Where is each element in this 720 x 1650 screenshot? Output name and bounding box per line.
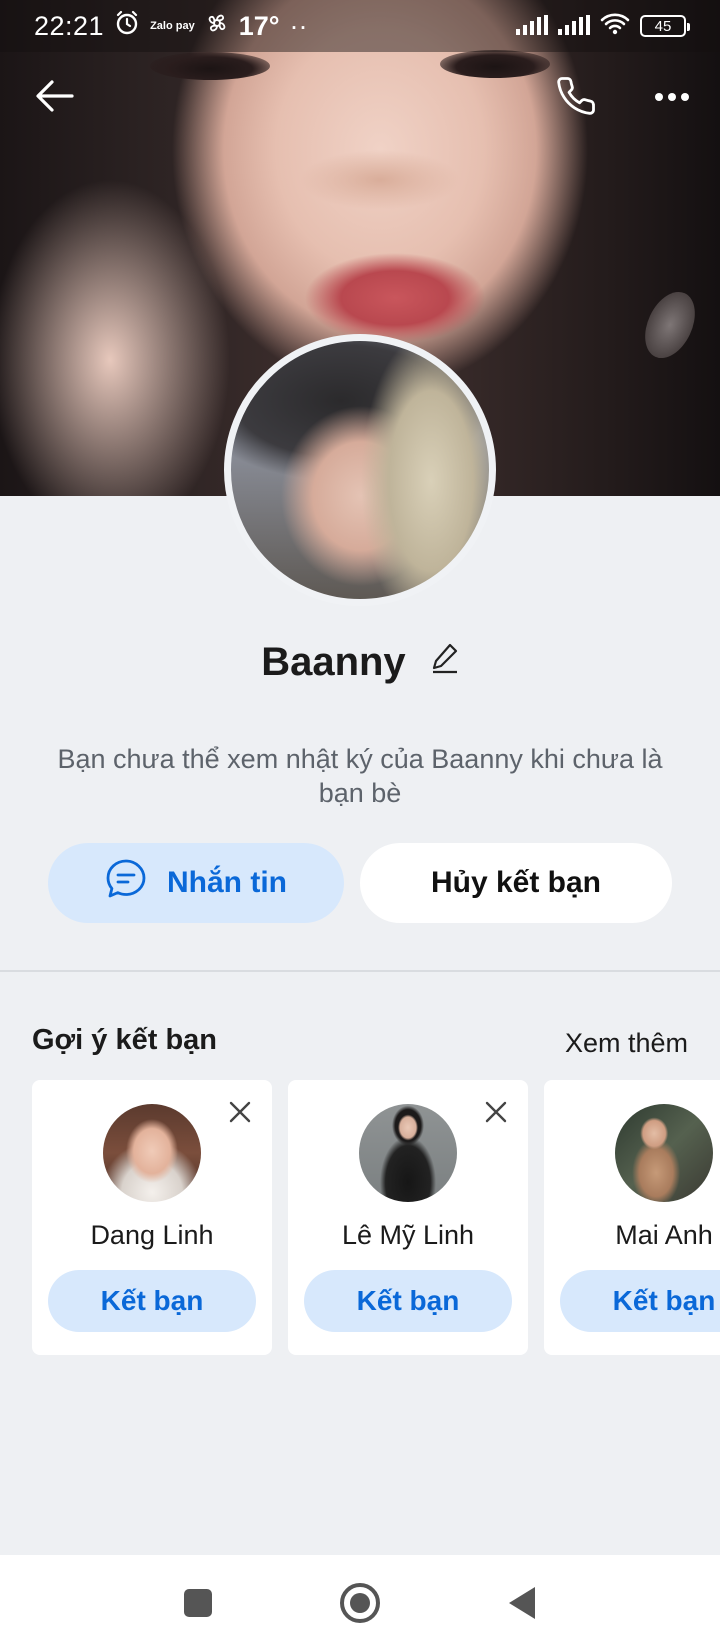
see-more-link[interactable]: Xem thêm [565, 1028, 688, 1059]
phone-icon [555, 75, 597, 122]
home-button[interactable] [338, 1581, 382, 1625]
avatar[interactable] [103, 1104, 201, 1202]
back-button[interactable] [27, 70, 83, 126]
suggestion-name: Dang Linh [90, 1220, 214, 1250]
dismiss-suggestion-button[interactable] [226, 1098, 254, 1126]
unfriend-button[interactable]: Hủy kết bạn [360, 843, 672, 923]
close-icon [229, 1101, 251, 1123]
profile-name-row: Baanny [0, 640, 720, 685]
more-button[interactable] [644, 70, 700, 126]
recent-apps-button[interactable] [176, 1581, 220, 1625]
unfriend-button-label: Hủy kết bạn [430, 866, 602, 899]
alarm-icon [114, 10, 140, 43]
suggestion-card: Dang Linh Kết bạn [32, 1080, 272, 1355]
avatar[interactable] [359, 1104, 457, 1202]
pencil-icon [432, 643, 457, 674]
home-circle-icon [340, 1582, 380, 1623]
signal-icon [516, 11, 548, 42]
wifi-icon [600, 11, 630, 42]
chat-bubble-icon [105, 858, 147, 908]
add-friend-button[interactable]: Kết bạn [304, 1270, 512, 1332]
dismiss-suggestion-button[interactable] [482, 1098, 510, 1126]
add-friend-button[interactable]: Kết bạn [48, 1270, 256, 1332]
section-divider [0, 970, 720, 972]
call-button[interactable] [548, 70, 604, 126]
back-nav-button[interactable] [500, 1581, 544, 1625]
status-time: 22:21 [34, 10, 105, 41]
square-icon [184, 1588, 212, 1617]
suggestion-name: Mai Anh [615, 1220, 713, 1250]
arrow-left-icon [35, 79, 75, 118]
more-horizontal-icon [654, 89, 690, 107]
message-button[interactable]: Nhắn tin [48, 843, 344, 923]
battery-icon: 45 [640, 15, 690, 37]
close-icon [485, 1101, 507, 1123]
friend-suggestions-title: Gợi ý kết bạn [32, 1024, 218, 1056]
profile-name: Baanny [261, 640, 406, 684]
status-bar: 22:21 Zalo pay 17° ·· 45 [0, 0, 720, 52]
weather-icon [205, 11, 229, 42]
status-more-dots: ·· [289, 10, 308, 41]
cover-detail [635, 283, 705, 367]
system-navigation-bar [0, 1555, 720, 1650]
cover-detail [150, 52, 270, 80]
suggestion-name: Lê Mỹ Linh [341, 1220, 475, 1250]
triangle-back-icon [509, 1586, 535, 1619]
message-button-label: Nhắn tin [167, 866, 287, 899]
add-friend-button[interactable]: Kết bạn [560, 1270, 720, 1332]
cover-detail [440, 50, 550, 78]
diary-privacy-notice: Bạn chưa thể xem nhật ký của Baanny khi … [57, 744, 663, 808]
zalopay-icon: Zalo pay [150, 20, 195, 32]
avatar[interactable] [615, 1104, 713, 1202]
signal-icon [558, 11, 590, 42]
suggestion-carousel[interactable]: Dang Linh Kết bạn Lê Mỹ Linh Kết bạn Mai… [32, 1080, 720, 1355]
suggestion-card: Mai Anh Kết bạn [544, 1080, 720, 1355]
profile-avatar[interactable] [224, 334, 496, 606]
edit-name-button[interactable] [431, 639, 459, 684]
suggestion-card: Lê Mỹ Linh Kết bạn [288, 1080, 528, 1355]
status-temperature: 17° [238, 10, 280, 41]
